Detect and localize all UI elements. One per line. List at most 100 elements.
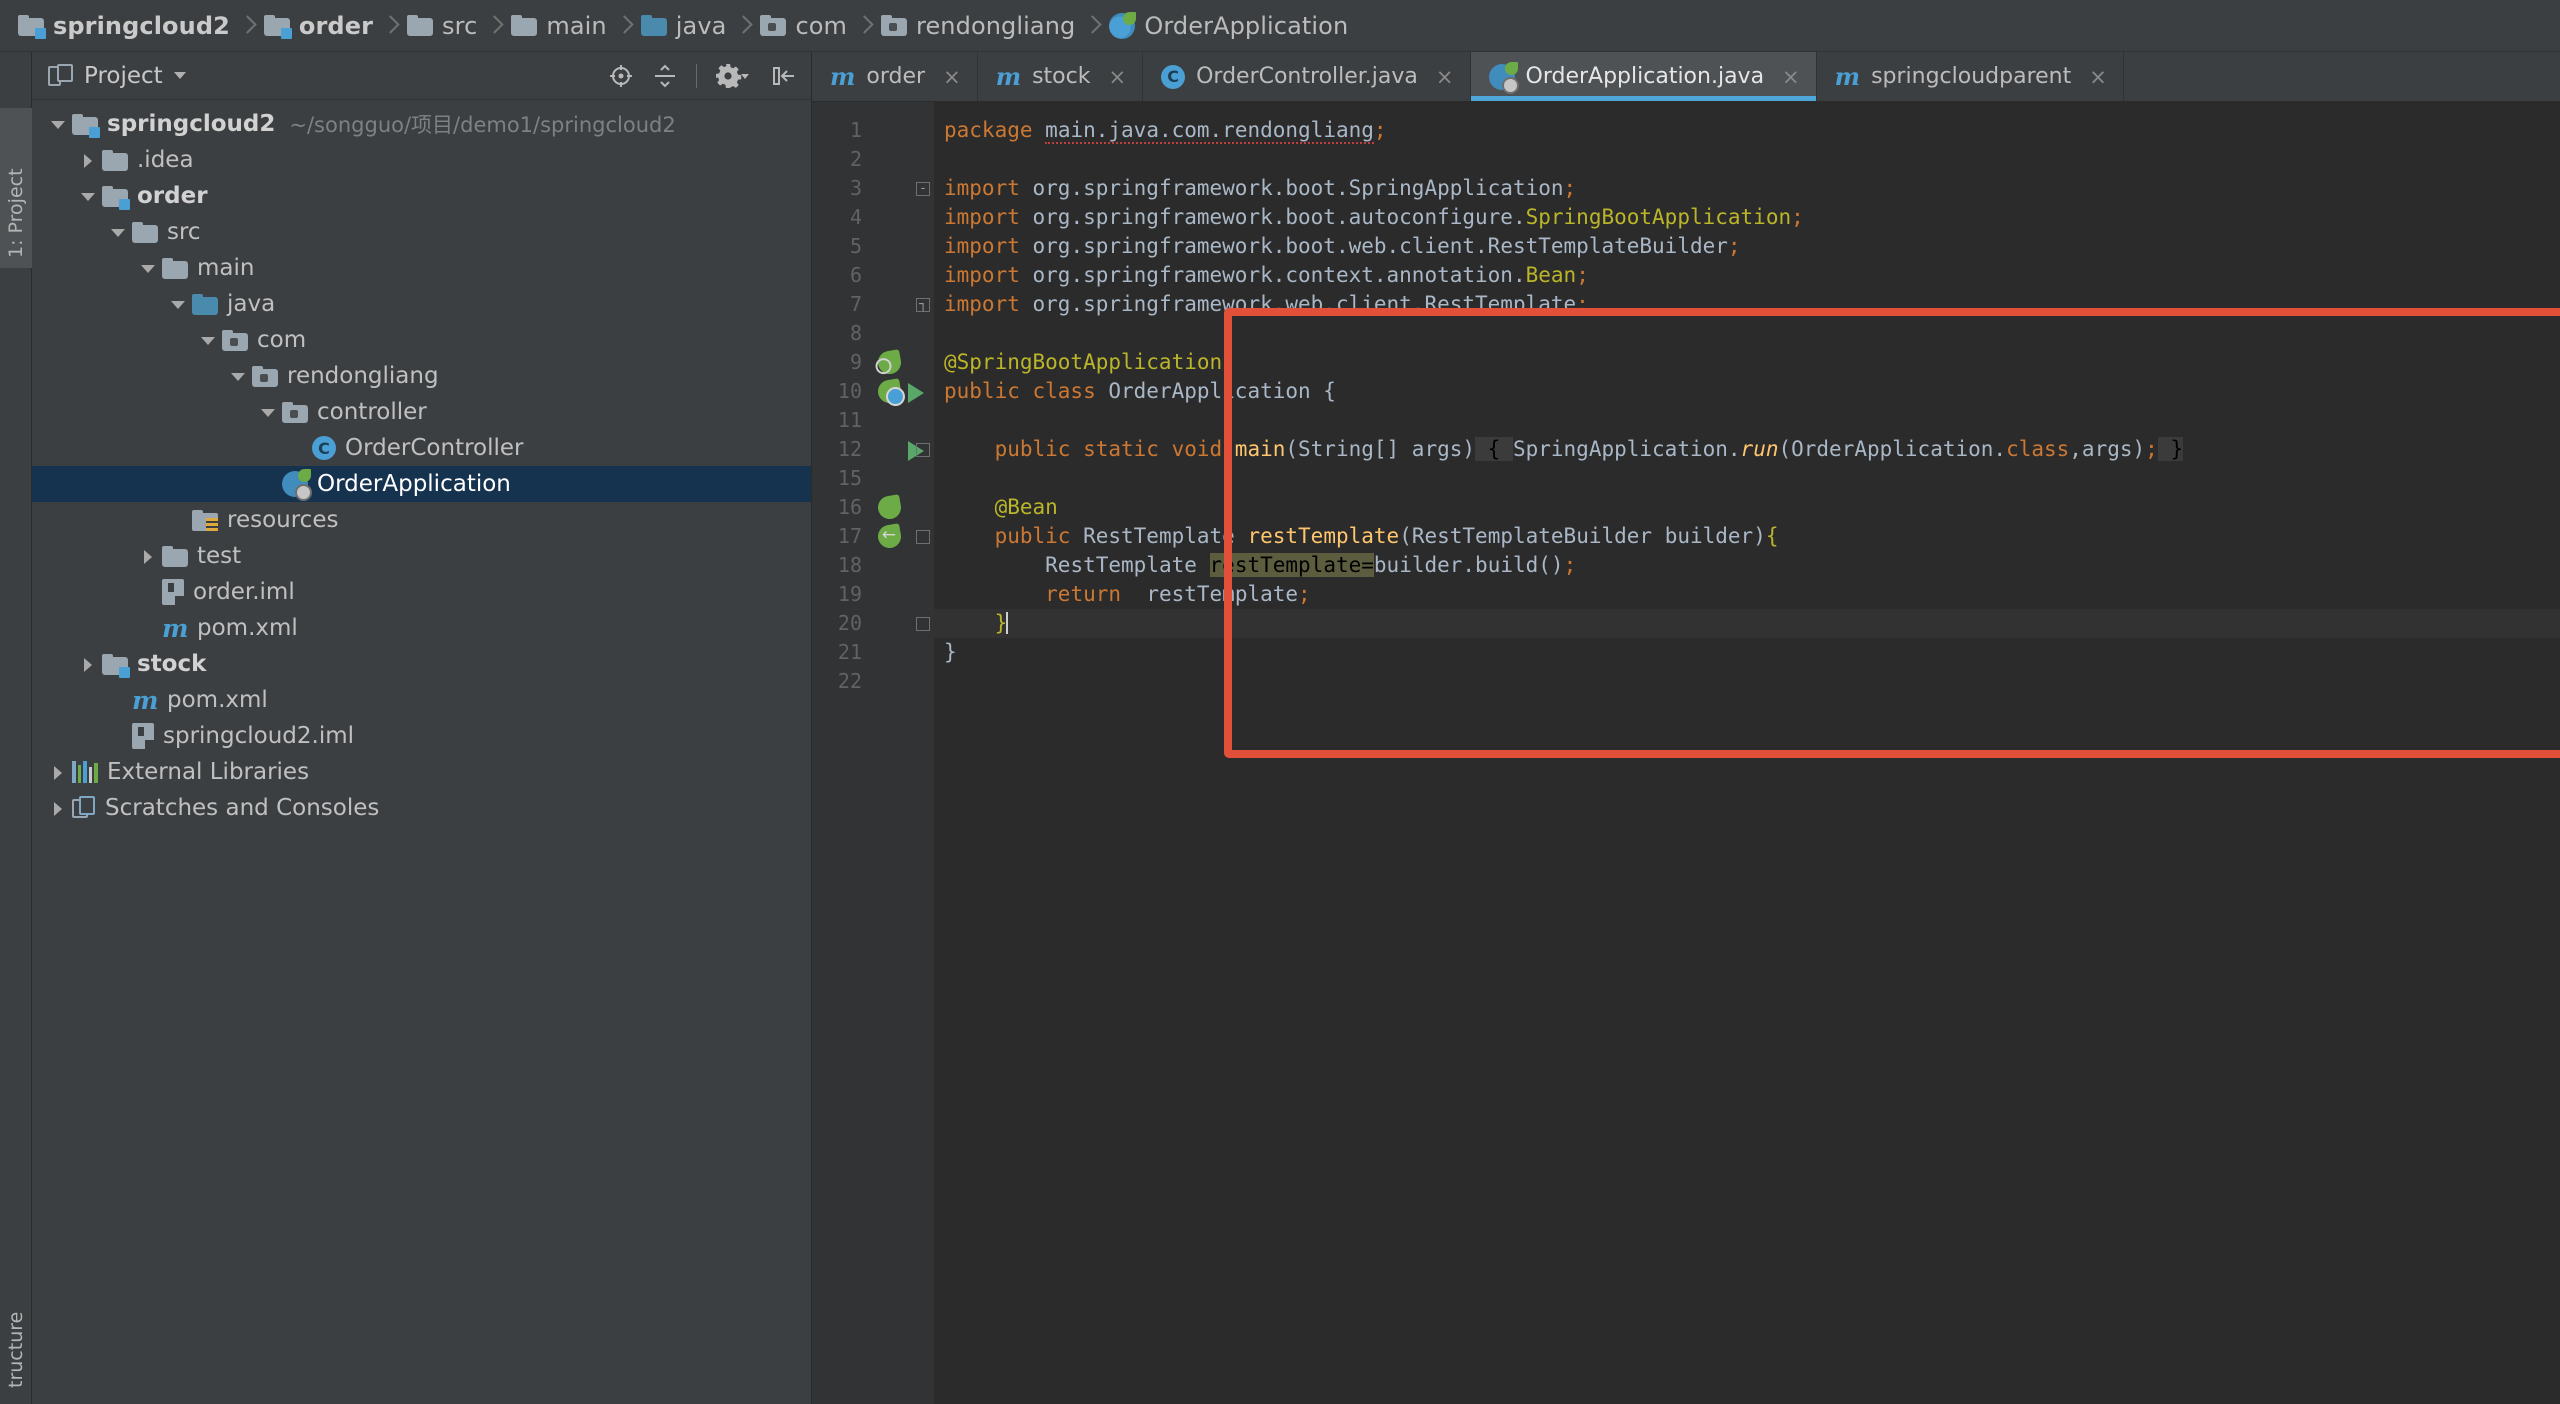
collapse-all-icon[interactable] (652, 63, 678, 89)
expand-arrow-icon[interactable] (46, 754, 72, 790)
expand-arrow-icon[interactable] (76, 142, 102, 178)
spring-bean-icon[interactable] (876, 349, 903, 376)
editor-tab-stock[interactable]: m stock × (978, 52, 1144, 101)
tool-window-tab-project[interactable]: 1: Project (0, 108, 32, 268)
tree-node-order-iml[interactable]: order.iml (32, 574, 811, 610)
collapse-arrow-icon[interactable] (46, 106, 72, 142)
editor-tab-orderapplication-java[interactable]: OrderApplication.java × (1470, 52, 1817, 101)
tree-node-scratches-and-consoles[interactable]: Scratches and Consoles (32, 790, 811, 826)
code-line[interactable]: import org.springframework.boot.autoconf… (934, 203, 2560, 232)
spring-bean-icon[interactable] (876, 523, 903, 550)
collapse-arrow-icon[interactable] (226, 358, 252, 394)
code-line[interactable]: } (934, 638, 2560, 667)
spring-class-icon (282, 469, 312, 501)
code-line[interactable]: import org.springframework.boot.SpringAp… (934, 174, 2560, 203)
tree-node-controller[interactable]: controller (32, 394, 811, 430)
breadcrumb-item-orderapplication[interactable]: OrderApplication (1105, 0, 1352, 52)
close-icon[interactable]: × (2089, 65, 2107, 89)
code-fold-toggle-icon[interactable]: ┐ (916, 298, 930, 312)
tree-node-springcloud2[interactable]: springcloud2 ~/songguo/项目/demo1/springclo… (32, 106, 811, 142)
expand-arrow-icon[interactable] (76, 646, 102, 682)
locate-icon[interactable] (608, 63, 634, 89)
expand-arrow-icon[interactable] (136, 538, 162, 574)
collapse-arrow-icon[interactable] (166, 286, 192, 322)
code-line[interactable] (934, 667, 2560, 696)
breadcrumb-item-main[interactable]: main (507, 0, 610, 52)
breadcrumb-item-src[interactable]: src (403, 0, 481, 52)
collapse-arrow-icon[interactable] (196, 322, 222, 358)
tree-node-orderapplication[interactable]: OrderApplication (32, 466, 811, 502)
breadcrumb-item-com[interactable]: com (756, 0, 851, 52)
tree-node-pom-xml[interactable]: m pom.xml (32, 610, 811, 646)
tree-node--idea[interactable]: .idea (32, 142, 811, 178)
code-content[interactable]: package main.java.com.rendongliang; impor… (934, 102, 2560, 1404)
tree-node-src[interactable]: src (32, 214, 811, 250)
run-arrow-icon[interactable] (908, 383, 924, 403)
gutter-marker-row: - (872, 174, 934, 203)
tree-node-test[interactable]: test (32, 538, 811, 574)
editor-tab-springcloudparent[interactable]: m springcloudparent × (1817, 52, 2124, 101)
hide-panel-icon[interactable] (771, 63, 797, 89)
breadcrumb-item-order[interactable]: order (260, 0, 377, 52)
spring-bean-icon[interactable] (876, 494, 903, 521)
spring-bean-icon[interactable] (876, 378, 903, 405)
code-line[interactable]: import org.springframework.web.client.Re… (934, 290, 2560, 319)
code-line[interactable] (934, 464, 2560, 493)
tree-node-java[interactable]: java (32, 286, 811, 322)
breadcrumb-item-springcloud2[interactable]: springcloud2 (14, 0, 234, 52)
code-line[interactable]: public static void main(String[] args) {… (934, 435, 2560, 464)
tree-node-main[interactable]: main (32, 250, 811, 286)
code-fold-toggle-icon[interactable]: - (916, 182, 930, 196)
expand-arrow-icon[interactable] (46, 790, 72, 826)
collapse-arrow-icon[interactable] (76, 178, 102, 214)
editor-tab-order[interactable]: m order × (812, 52, 978, 101)
breadcrumb-item-rendongliang[interactable]: rendongliang (877, 0, 1079, 52)
collapse-arrow-icon[interactable] (256, 394, 282, 430)
tree-node-springcloud2-iml[interactable]: springcloud2.iml (32, 718, 811, 754)
tree-node-com[interactable]: com (32, 322, 811, 358)
tool-window-tab-label: tructure (5, 1311, 27, 1388)
gutter-marker-row (872, 348, 934, 377)
editor-tabs[interactable]: morder×mstock×OrderController.java×Order… (812, 52, 2560, 102)
collapse-arrow-icon[interactable] (106, 214, 132, 250)
code-line[interactable]: package main.java.com.rendongliang; (934, 116, 2560, 145)
project-tree[interactable]: springcloud2 ~/songguo/项目/demo1/springclo… (32, 100, 811, 1404)
code-fold-toggle-icon[interactable] (916, 443, 930, 457)
code-fold-toggle-icon[interactable] (916, 530, 930, 544)
folder-icon (102, 149, 128, 171)
tree-node-pom-xml[interactable]: m pom.xml (32, 682, 811, 718)
code-line[interactable]: RestTemplate restTemplate=builder.build(… (934, 551, 2560, 580)
close-icon[interactable]: × (1108, 65, 1126, 89)
tool-window-tab-structure[interactable]: tructure (0, 1266, 32, 1398)
code-line[interactable] (934, 319, 2560, 348)
close-icon[interactable]: × (943, 65, 961, 89)
code-line[interactable]: import org.springframework.boot.web.clie… (934, 232, 2560, 261)
tree-node-resources[interactable]: resources (32, 502, 811, 538)
code-line[interactable]: return restTemplate; (934, 580, 2560, 609)
tree-node-stock[interactable]: stock (32, 646, 811, 682)
code-editor[interactable]: 1234567891011121516171819202122 -┐ packa… (812, 102, 2560, 1404)
tree-node-order[interactable]: order (32, 178, 811, 214)
gutter-markers[interactable]: - ┐ (872, 102, 934, 1404)
code-line[interactable]: public class OrderApplication { (934, 377, 2560, 406)
close-icon[interactable]: × (1782, 65, 1800, 89)
tree-node-external-libraries[interactable]: External Libraries (32, 754, 811, 790)
editor-tab-ordercontroller-java[interactable]: OrderController.java × (1143, 52, 1471, 101)
code-line[interactable]: @Bean (934, 493, 2560, 522)
code-line[interactable] (934, 406, 2560, 435)
code-line[interactable]: import org.springframework.context.annot… (934, 261, 2560, 290)
code-line[interactable]: @SpringBootApplication (934, 348, 2560, 377)
tree-node-rendongliang[interactable]: rendongliang (32, 358, 811, 394)
breadcrumb-item-java[interactable]: java (637, 0, 731, 52)
code-line[interactable]: public RestTemplate restTemplate(RestTem… (934, 522, 2560, 551)
settings-gear-icon[interactable] (715, 63, 753, 89)
close-icon[interactable]: × (1436, 65, 1454, 89)
code-fold-toggle-icon[interactable] (916, 617, 930, 631)
tree-node-ordercontroller[interactable]: OrderController (32, 430, 811, 466)
code-line[interactable]: } (934, 609, 2560, 638)
maven-file-icon: m (1834, 61, 1861, 91)
code-line[interactable] (934, 145, 2560, 174)
chevron-down-icon[interactable] (173, 72, 186, 79)
collapse-arrow-icon[interactable] (136, 250, 162, 286)
